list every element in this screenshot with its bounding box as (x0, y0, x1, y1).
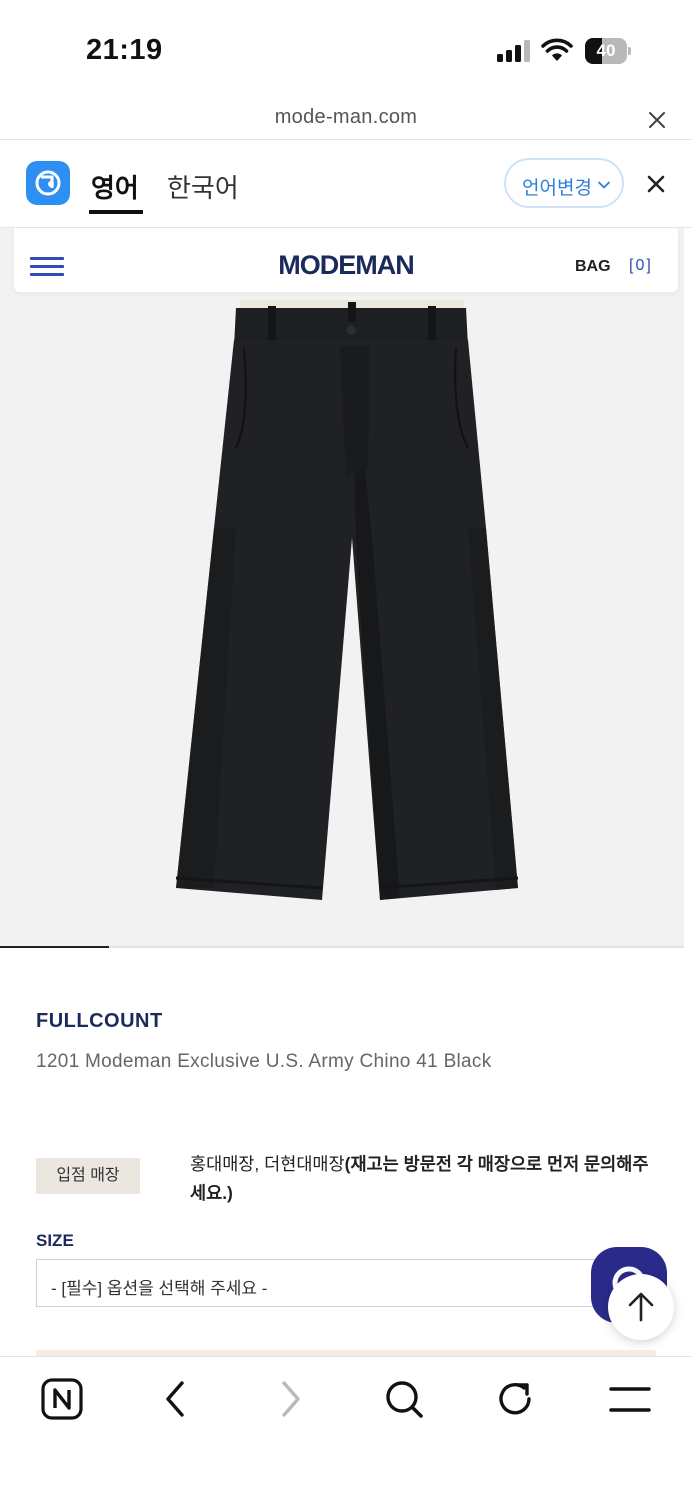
site-header: MODEMAN BAG [0] (14, 228, 678, 292)
browser-toolbar (0, 1356, 692, 1500)
close-icon[interactable] (645, 108, 669, 132)
store-list: 홍대매장, 더현대매장 (190, 1154, 345, 1174)
url-bar[interactable]: mode-man.com (0, 96, 692, 140)
refresh-icon[interactable] (494, 1377, 538, 1421)
battery-icon: 40 (585, 38, 631, 64)
product-image[interactable] (0, 228, 684, 946)
size-label: SIZE (36, 1231, 74, 1250)
store-info: 홍대매장, 더현대매장(재고는 방문전 각 매장으로 먼저 문의해주세요.) (190, 1150, 660, 1208)
scroll-to-top-button[interactable] (608, 1274, 674, 1340)
active-tab-indicator (89, 210, 143, 214)
naver-home-icon[interactable] (40, 1377, 84, 1421)
size-select[interactable]: - [필수] 옵션을 선택해 주세요 - (36, 1259, 656, 1307)
bag-count[interactable]: [0] (629, 257, 653, 275)
size-select-placeholder: - [필수] 옵션을 선택해 주세요 - (51, 1279, 268, 1298)
signal-icon (497, 40, 531, 62)
change-language-label: 언어변경 (522, 178, 592, 199)
close-translation-icon[interactable] (644, 172, 668, 196)
menu-icon[interactable] (608, 1377, 652, 1421)
chevron-down-icon (598, 181, 610, 189)
wifi-icon (541, 38, 573, 61)
tab-english[interactable]: 영어 (91, 168, 139, 205)
forward-icon[interactable] (268, 1377, 312, 1421)
product-brand[interactable]: FULLCOUNT (36, 1010, 163, 1033)
back-icon[interactable] (154, 1377, 198, 1421)
url-text[interactable]: mode-man.com (0, 106, 692, 129)
image-slider-progress (0, 946, 684, 948)
papago-logo-icon (26, 161, 70, 205)
product-title: 1201 Modeman Exclusive U.S. Army Chino 4… (36, 1051, 492, 1072)
translation-bar: 영어 한국어 언어변경 (0, 140, 692, 228)
bag-link[interactable]: BAG (575, 258, 611, 276)
battery-level: 40 (596, 41, 616, 60)
change-language-button[interactable]: 언어변경 (504, 158, 624, 208)
pants-image (175, 300, 519, 900)
arrow-up-icon (628, 1292, 654, 1322)
tab-korean[interactable]: 한국어 (167, 168, 239, 205)
search-icon[interactable] (382, 1377, 426, 1421)
store-badge: 입점 매장 (36, 1158, 140, 1194)
status-time: 21:19 (86, 34, 163, 66)
status-bar: 21:19 40 (0, 0, 692, 96)
image-slider-progress-fill (0, 946, 110, 948)
